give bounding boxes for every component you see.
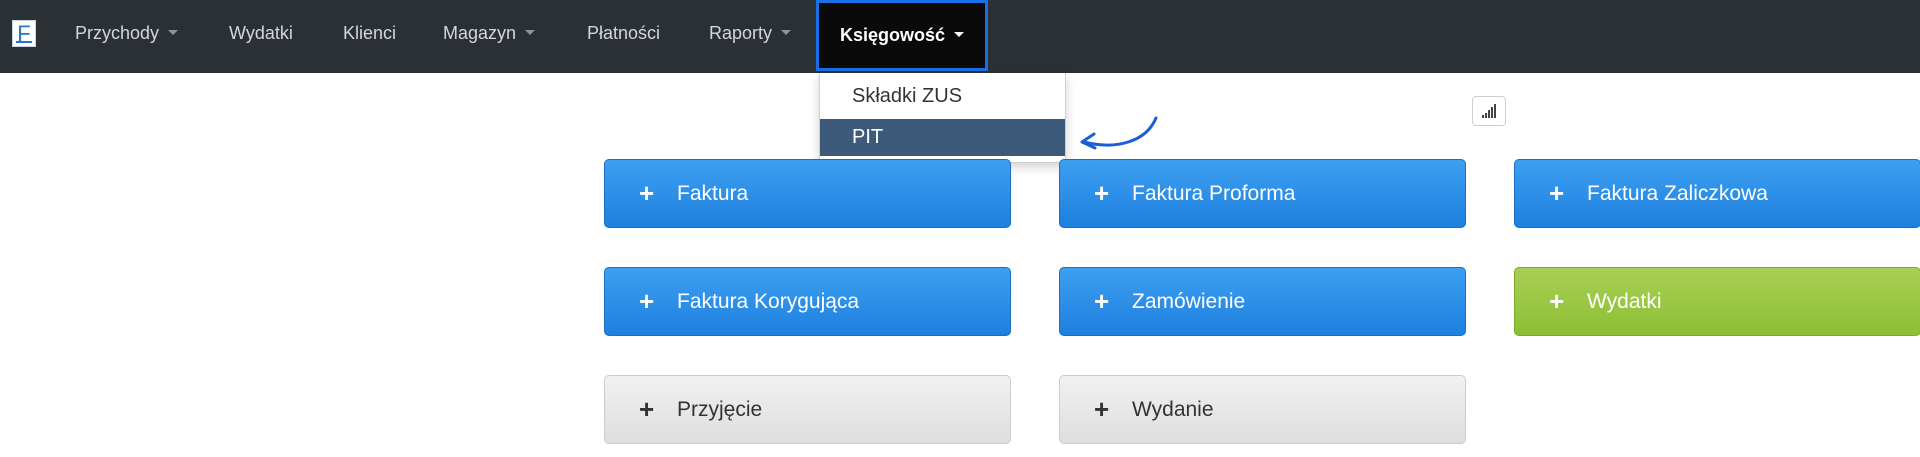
menu-item-pit[interactable]: PIT [820,119,1065,156]
nav-label: Płatności [587,23,661,43]
plus-icon: + [639,286,655,316]
curved-arrow-icon [1080,116,1158,150]
nav-label: Raporty [709,23,773,43]
add-wydanie-button[interactable]: + Wydanie [1059,375,1466,444]
button-label: Przyjęcie [677,398,763,421]
chevron-down-icon [954,31,965,37]
top-navbar: F Przychody Wydatki Klienci Magazyn Płat… [0,0,1920,73]
button-label: Faktura Proforma [1132,182,1296,205]
plus-icon: + [1549,178,1565,208]
nav-label: Przychody [75,23,160,43]
signal-bars-icon [1482,104,1496,118]
button-label: Faktura [677,182,749,205]
chevron-down-icon [781,29,792,35]
plus-icon: + [1549,286,1565,316]
plus-icon: + [639,394,655,424]
nav-klienci[interactable]: Klienci [343,0,396,73]
add-przyjecie-button[interactable]: + Przyjęcie [604,375,1011,444]
button-label: Wydatki [1587,290,1662,313]
plus-icon: + [1094,286,1110,316]
add-wydatki-button[interactable]: + Wydatki [1514,267,1920,336]
nav-raporty[interactable]: Raporty [709,0,792,73]
nav-label: Księgowość [839,25,946,45]
app-logo[interactable]: F [12,20,36,47]
nav-ksiegowosc[interactable]: Księgowość [816,0,988,71]
nav-label: Klienci [343,23,397,43]
button-label: Zamówienie [1132,290,1246,313]
button-label: Wydanie [1132,398,1214,421]
nav-label: Magazyn [443,23,517,43]
plus-icon: + [1094,394,1110,424]
plus-icon: + [1094,178,1110,208]
button-label: Faktura Korygująca [677,290,860,313]
chevron-down-icon [168,29,179,35]
chevron-down-icon [525,29,536,35]
nav-magazyn[interactable]: Magazyn [443,0,536,73]
add-zamowienie-button[interactable]: + Zamówienie [1059,267,1466,336]
nav-przychody[interactable]: Przychody [75,0,179,73]
add-faktura-zaliczkowa-button[interactable]: + Faktura Zaliczkowa [1514,159,1920,228]
button-label: Faktura Zaliczkowa [1587,182,1768,205]
plus-icon: + [639,178,655,208]
stats-button[interactable] [1472,96,1506,126]
add-faktura-proforma-button[interactable]: + Faktura Proforma [1059,159,1466,228]
nav-wydatki[interactable]: Wydatki [229,0,293,73]
ksiegowosc-dropdown-menu: Składki ZUS PIT [819,73,1066,163]
add-faktura-korygujaca-button[interactable]: + Faktura Korygująca [604,267,1011,336]
menu-item-skladki-zus[interactable]: Składki ZUS [820,78,1065,115]
nav-label: Wydatki [229,23,293,43]
nav-platnosci[interactable]: Płatności [587,0,660,73]
add-faktura-button[interactable]: + Faktura [604,159,1011,228]
